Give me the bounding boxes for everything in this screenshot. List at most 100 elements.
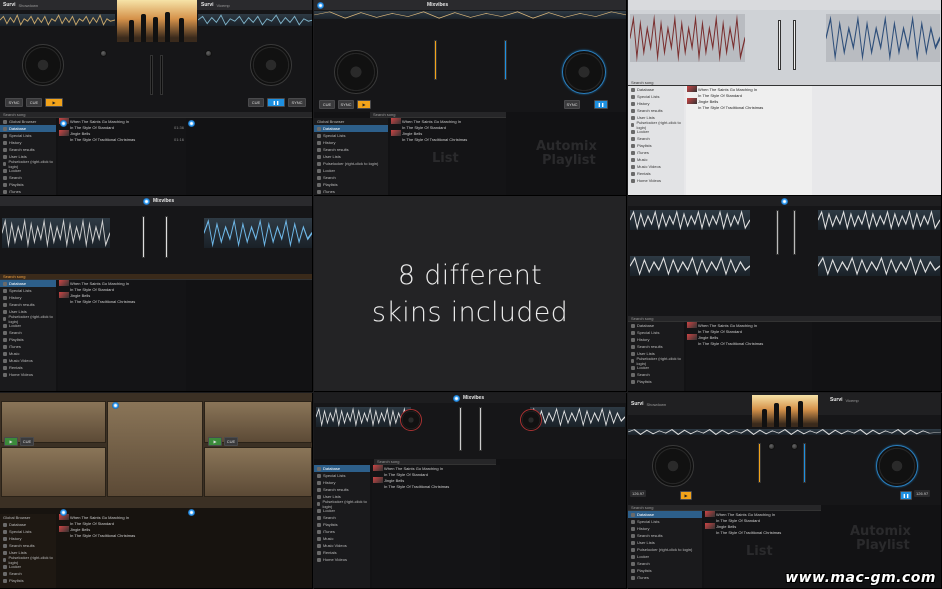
track-row[interactable]: In The Style Of Traditional Christmas 01:…	[58, 136, 186, 142]
channel-fader-a[interactable]	[459, 407, 462, 451]
sidebar-item[interactable]: History	[628, 525, 702, 532]
sidebar-item[interactable]: Music	[314, 535, 370, 542]
cue-button[interactable]: CUE	[248, 98, 264, 107]
channel-fader-b[interactable]	[803, 443, 806, 483]
jog-wheel-left[interactable]	[22, 44, 64, 86]
pause-button[interactable]: ❚❚	[900, 491, 912, 500]
sidebar-item[interactable]: Pulselocker (right-click to login)	[628, 356, 684, 366]
sync-button[interactable]: SYNC	[564, 100, 580, 109]
sync-button[interactable]: SYNC	[5, 98, 23, 107]
channel-fader-a[interactable]	[142, 216, 145, 258]
track-row[interactable]: In The Style Of Traditional Christmas	[686, 104, 812, 110]
sidebar-item[interactable]: Database	[0, 521, 56, 528]
sidebar-item[interactable]: Home Videos	[0, 371, 56, 378]
sidebar-item[interactable]: Database	[0, 280, 56, 287]
sidebar-item[interactable]: Special Lists	[0, 132, 56, 139]
channel-fader-b[interactable]	[793, 210, 796, 255]
sidebar-item[interactable]: Search results	[628, 532, 702, 539]
sidebar-item[interactable]: History	[628, 336, 684, 343]
sidebar-item[interactable]: History	[628, 100, 684, 107]
pause-button[interactable]: ❚❚	[267, 98, 285, 107]
sidebar-item[interactable]: Database	[314, 465, 370, 472]
sidebar-item[interactable]: Search	[0, 329, 56, 336]
sidebar-item[interactable]: Global Browser	[0, 118, 56, 125]
channel-fader-b[interactable]	[160, 55, 163, 95]
sidebar-item[interactable]: Music Videos	[0, 357, 56, 364]
sidebar-item[interactable]: Search	[314, 514, 370, 521]
sync-button[interactable]: SYNC	[288, 98, 306, 107]
jog-wheel-right[interactable]	[250, 44, 292, 86]
jog-wheel-right[interactable]	[520, 409, 542, 431]
sidebar-item[interactable]: Search results	[0, 146, 56, 153]
eq-knob[interactable]	[791, 443, 798, 450]
sidebar-item[interactable]: Search	[0, 174, 56, 181]
sidebar-item[interactable]: Locker	[314, 167, 388, 174]
cue-button[interactable]: CUE	[26, 98, 42, 107]
track-row[interactable]: In The Style Of Traditional Christmas	[58, 298, 186, 304]
play-button[interactable]: ▶	[357, 100, 371, 109]
sidebar-item[interactable]: Rentals	[314, 549, 370, 556]
sidebar-item[interactable]: Special Lists	[314, 472, 370, 479]
sidebar-item[interactable]: Special Lists	[0, 287, 56, 294]
sync-button[interactable]: SYNC	[338, 100, 354, 109]
sidebar-item[interactable]: Search	[628, 560, 702, 567]
sidebar-item[interactable]: Home Videos	[628, 177, 684, 184]
sidebar-item[interactable]: Search results	[628, 107, 684, 114]
sidebar-item[interactable]: Special Lists	[314, 132, 388, 139]
sidebar-item[interactable]: Search	[628, 135, 684, 142]
sidebar-item[interactable]: Music Videos	[314, 542, 370, 549]
play-button[interactable]: ▶	[45, 98, 63, 107]
channel-fader-a[interactable]	[758, 443, 761, 483]
sidebar-item[interactable]: Playlists	[0, 336, 56, 343]
sidebar-item[interactable]: Search results	[0, 301, 56, 308]
sidebar-item[interactable]: Search results	[314, 146, 388, 153]
sidebar-item[interactable]: Music	[0, 350, 56, 357]
sidebar-item[interactable]: History	[0, 294, 56, 301]
channel-fader-a[interactable]	[776, 210, 779, 255]
sidebar-item[interactable]: Playlists	[314, 181, 388, 188]
play-button[interactable]: ▶	[680, 491, 692, 500]
sidebar-item[interactable]: Pulselocker (right-click to login)	[0, 159, 56, 169]
sidebar-item[interactable]: User Lists	[628, 539, 702, 546]
sidebar-item[interactable]: Music	[628, 156, 684, 163]
sidebar-item[interactable]: History	[314, 139, 388, 146]
channel-fader-b[interactable]	[165, 216, 168, 258]
sidebar-item[interactable]: Search results	[628, 343, 684, 350]
sidebar-item[interactable]: Playlists	[628, 567, 702, 574]
sidebar-item[interactable]: Pulselocker (right-click to login)	[0, 314, 56, 324]
sidebar-item[interactable]: iTunes	[314, 188, 388, 195]
sidebar-item[interactable]: iTunes	[0, 343, 56, 350]
sidebar-item[interactable]: Special Lists	[628, 93, 684, 100]
cue-button[interactable]: CUE	[224, 437, 238, 446]
jog-wheel-left[interactable]	[652, 445, 694, 487]
sidebar-item[interactable]: Pulselocker (right-click to login)	[628, 546, 702, 553]
sidebar-item[interactable]: Global Browser	[0, 514, 56, 521]
play-button[interactable]: ▶	[208, 437, 222, 446]
sidebar-item[interactable]: Special Lists	[0, 528, 56, 535]
channel-fader-b[interactable]	[479, 407, 482, 451]
channel-fader-b[interactable]	[793, 20, 796, 70]
track-row[interactable]: In The Style Of Traditional Christmas	[704, 529, 820, 535]
eq-knob[interactable]	[205, 50, 212, 57]
jog-wheel-left[interactable]	[334, 50, 378, 94]
track-row[interactable]: In The Style Of Traditional Christmas	[372, 483, 500, 489]
sidebar-item[interactable]: Search	[628, 371, 684, 378]
sidebar-item[interactable]: Database	[628, 322, 684, 329]
sidebar-item[interactable]: Rentals	[0, 364, 56, 371]
sidebar-item[interactable]: iTunes	[628, 149, 684, 156]
sidebar-item[interactable]: History	[0, 139, 56, 146]
channel-fader-a[interactable]	[778, 20, 781, 70]
sidebar-item[interactable]: iTunes	[628, 574, 702, 581]
jog-wheel-right[interactable]	[876, 445, 918, 487]
sidebar-item[interactable]: Pulselocker (right-click to login)	[628, 120, 684, 130]
cue-button[interactable]: CUE	[319, 100, 335, 109]
track-row[interactable]: In The Style Of Traditional Christmas	[686, 340, 812, 346]
sidebar-item[interactable]: Home Videos	[314, 556, 370, 563]
eq-knob[interactable]	[768, 443, 775, 450]
sidebar-item[interactable]: Special Lists	[628, 518, 702, 525]
sidebar-item[interactable]: Database	[0, 125, 56, 132]
sidebar-item[interactable]: Locker	[628, 553, 702, 560]
sidebar-item[interactable]: Playlists	[314, 521, 370, 528]
channel-fader-b[interactable]	[504, 40, 507, 80]
sidebar-item[interactable]: Global Browser	[314, 118, 388, 125]
